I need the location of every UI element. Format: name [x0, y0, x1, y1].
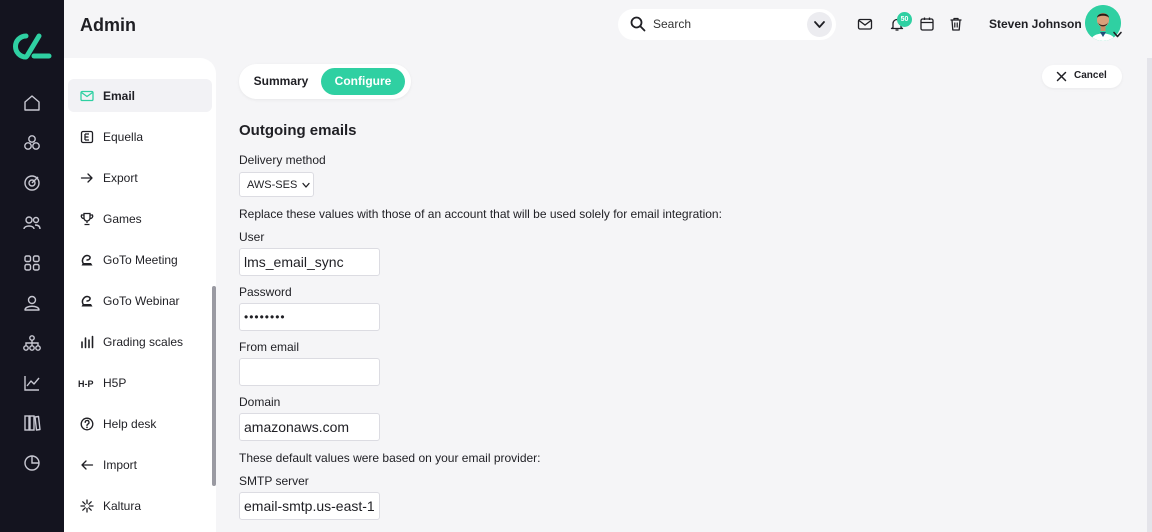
sidebar-item-export[interactable]: Export: [68, 161, 212, 194]
from-email-field[interactable]: [239, 358, 380, 386]
sidebar-scrollbar[interactable]: [212, 286, 216, 486]
sidebar-item-h5p[interactable]: H-P H5P: [68, 366, 212, 399]
default-values-note: These default values were based on your …: [239, 451, 541, 465]
cancel-button[interactable]: Cancel: [1042, 65, 1122, 88]
sidebar-item-email[interactable]: Email: [68, 79, 212, 112]
trash-icon[interactable]: [948, 16, 964, 32]
domain-label: Domain: [239, 395, 281, 409]
bar-chart-icon: [80, 335, 94, 349]
delivery-method-select[interactable]: AWS-SES: [239, 172, 314, 197]
sidebar-item-label: Kaltura: [103, 499, 142, 513]
mail-icon[interactable]: [857, 16, 873, 32]
brand-logo[interactable]: [12, 33, 52, 60]
search-bar[interactable]: Search: [618, 9, 836, 40]
tab-bar: Summary Configure: [239, 64, 411, 99]
smtp-server-label: SMTP server: [239, 474, 309, 488]
user-label: User: [239, 230, 265, 244]
sidebar-item-label: Equella: [103, 130, 144, 144]
search-dropdown-button[interactable]: [807, 12, 832, 37]
users-icon[interactable]: [22, 213, 42, 233]
arrow-right-icon: [80, 171, 94, 185]
cancel-label: Cancel: [1074, 70, 1107, 81]
sidebar-item-goto-webinar[interactable]: GoTo Webinar: [68, 284, 212, 317]
sidebar-item-label: H5P: [103, 376, 127, 390]
from-email-label: From email: [239, 340, 300, 354]
close-icon: [1056, 71, 1067, 82]
arrow-left-icon: [80, 458, 94, 472]
tab-configure[interactable]: Configure: [321, 68, 405, 95]
home-icon[interactable]: [22, 93, 42, 113]
user-name[interactable]: Steven Johnson: [989, 17, 1082, 31]
sidebar-item-label: Import: [103, 458, 138, 472]
sidebar-item-label: Export: [103, 171, 138, 185]
equella-icon: [80, 130, 94, 144]
chevron-down-icon: [814, 21, 825, 28]
sidebar-item-label: Email: [103, 89, 136, 103]
section-title: Outgoing emails: [239, 122, 357, 139]
search-icon: [630, 16, 646, 32]
sidebar-item-goto-meeting[interactable]: GoTo Meeting: [68, 243, 212, 276]
pie-chart-icon[interactable]: [22, 453, 42, 473]
sidebar-item-label: Games: [103, 212, 142, 226]
person-icon[interactable]: [22, 293, 42, 313]
sidebar-item-label: GoTo Meeting: [103, 253, 178, 267]
target-icon[interactable]: [22, 173, 42, 193]
search-placeholder[interactable]: Search: [653, 17, 691, 31]
password-field[interactable]: [239, 303, 380, 331]
tab-summary[interactable]: Summary: [243, 68, 319, 95]
modules-icon[interactable]: [22, 133, 42, 153]
user-field[interactable]: [239, 248, 380, 276]
goto-icon: [80, 253, 94, 267]
sidebar-item-label: GoTo Webinar: [103, 294, 180, 308]
delivery-method-label: Delivery method: [239, 153, 326, 167]
sidebar-item-label: Help desk: [103, 417, 157, 431]
chevron-down-icon[interactable]: [1112, 30, 1123, 39]
main-scrollbar[interactable]: [1147, 58, 1152, 532]
analytics-icon[interactable]: [22, 373, 42, 393]
sidebar-item-label: Grading scales: [103, 335, 184, 349]
page-title: Admin: [80, 15, 136, 35]
calendar-icon[interactable]: [919, 16, 935, 32]
hierarchy-icon[interactable]: [22, 333, 42, 353]
sidebar-item-kaltura[interactable]: Kaltura: [68, 489, 212, 522]
goto-icon: [80, 294, 94, 308]
h5p-icon: H-P: [78, 376, 96, 390]
smtp-server-field[interactable]: [239, 492, 380, 520]
library-icon[interactable]: [22, 413, 42, 433]
help-icon: [80, 417, 94, 431]
delivery-method-value: AWS-SES: [247, 179, 298, 191]
sidebar-item-equella[interactable]: Equella: [68, 120, 212, 153]
sidebar-item-games[interactable]: Games: [68, 202, 212, 235]
app-rail: [0, 0, 64, 532]
notification-badge: 50: [897, 12, 912, 27]
sidebar-item-help-desk[interactable]: Help desk: [68, 407, 212, 440]
domain-field[interactable]: [239, 413, 380, 441]
sidebar-item-import[interactable]: Import: [68, 448, 212, 481]
chevron-down-icon: [302, 182, 310, 188]
apps-icon[interactable]: [22, 253, 42, 273]
trophy-icon: [80, 212, 94, 226]
sidebar-item-grading-scales[interactable]: Grading scales: [68, 325, 212, 358]
settings-sidebar: Email Equella Export Games GoTo Meeting …: [64, 58, 216, 532]
password-label: Password: [239, 285, 292, 299]
kaltura-icon: [80, 499, 94, 513]
mail-icon: [80, 89, 94, 103]
svg-text:H-P: H-P: [78, 379, 94, 389]
replace-note: Replace these values with those of an ac…: [239, 207, 722, 221]
